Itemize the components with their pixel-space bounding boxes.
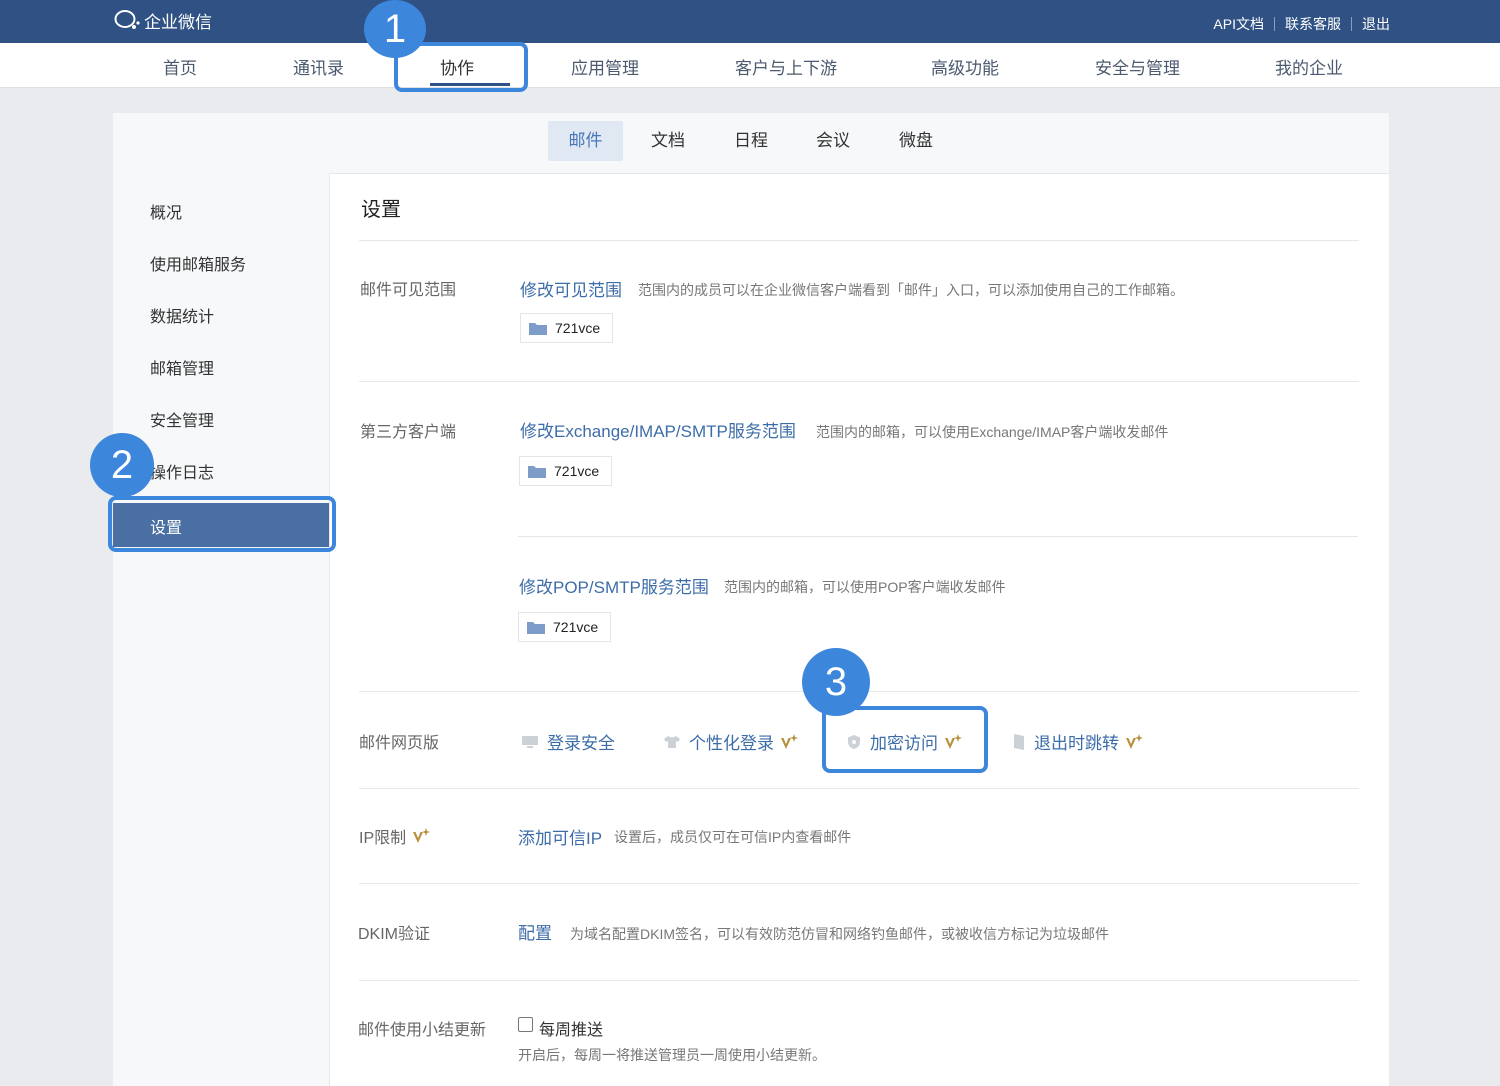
tab-docs[interactable]: 文档 (638, 121, 698, 161)
nav-item-advanced[interactable]: 高级功能 (931, 54, 999, 79)
divider (359, 788, 1359, 789)
door-icon (1014, 733, 1024, 750)
contact-support-link[interactable]: 联系客服 (1285, 14, 1341, 34)
divider (359, 240, 1359, 241)
step-2-highlight (108, 496, 336, 552)
shirt-icon (664, 735, 680, 748)
step-3-badge: 3 (802, 648, 870, 716)
brand-logo[interactable]: 企业微信 (114, 8, 212, 32)
login-security-link[interactable]: 登录安全 (521, 729, 615, 754)
department-chip: 721vce (518, 612, 612, 642)
sidebar-item-statistics[interactable]: 数据统计 (150, 303, 214, 327)
sidebar-item-mail-service[interactable]: 使用邮箱服务 (150, 251, 246, 275)
sidebar-item-operation-log[interactable]: 操作日志 (150, 459, 214, 483)
edit-pop-link[interactable]: 修改POP/SMTP服务范围 (519, 573, 709, 598)
brand-name: 企业微信 (144, 12, 212, 32)
pop-desc: 范围内的邮箱，可以使用POP客户端收发邮件 (724, 579, 1006, 595)
api-docs-link[interactable]: API文档 (1213, 14, 1264, 34)
divider (1351, 17, 1352, 31)
dkim-configure-link[interactable]: 配置 (518, 919, 552, 944)
summary-label: 邮件使用小结更新 (358, 1022, 487, 1039)
divider (359, 980, 1359, 981)
nav-item-home[interactable]: 首页 (163, 54, 197, 79)
nav-item-app-management[interactable]: 应用管理 (571, 54, 639, 79)
divider (1274, 17, 1275, 31)
top-header-bar: 企业微信 API文档 联系客服 退出 (0, 0, 1500, 43)
sidebar-item-mailbox-management[interactable]: 邮箱管理 (150, 355, 214, 379)
folder-icon (529, 323, 547, 335)
step-3-highlight (822, 706, 988, 773)
folder-icon (528, 466, 546, 478)
tab-meeting[interactable]: 会议 (803, 121, 863, 161)
chip-label: 721vce (553, 619, 599, 635)
ip-limit-label: IP限制 (359, 824, 431, 848)
step-1-badge: 1 (364, 0, 426, 58)
third-party-label: 第三方客户端 (360, 424, 457, 441)
department-chip: 721vce (519, 456, 613, 486)
edit-visibility-link[interactable]: 修改可见范围 (520, 276, 622, 301)
sidebar-item-overview[interactable]: 概况 (150, 199, 182, 223)
sidebar: 概况 使用邮箱服务 数据统计 邮箱管理 安全管理 操作日志 设置 (113, 173, 330, 1086)
step-2-badge: 2 (90, 433, 154, 497)
vip-badge-icon (781, 733, 798, 749)
vip-badge-icon (1126, 733, 1143, 749)
login-security-label: 登录安全 (547, 734, 615, 753)
folder-icon (527, 622, 545, 634)
header-links: API文档 联系客服 退出 (1213, 14, 1390, 34)
logout-redirect-label: 退出时跳转 (1034, 734, 1119, 753)
wecom-logo-icon (114, 10, 140, 29)
nav-item-my-enterprise[interactable]: 我的企业 (1275, 54, 1343, 79)
ip-limit-desc: 设置后，成员仅可在可信IP内查看邮件 (614, 829, 852, 845)
weekly-push-label[interactable]: 每周推送 (539, 1016, 603, 1040)
dkim-label: DKIM验证 (358, 926, 431, 943)
summary-desc: 开启后，每周一将推送管理员一周使用小结更新。 (518, 1047, 826, 1063)
divider (518, 536, 1358, 537)
page-title: 设置 (361, 199, 401, 221)
tab-drive[interactable]: 微盘 (886, 121, 946, 161)
nav-item-customers[interactable]: 客户与上下游 (735, 54, 837, 79)
main-nav: 首页 通讯录 协作 应用管理 客户与上下游 高级功能 安全与管理 我的企业 (0, 43, 1500, 88)
edit-exchange-link[interactable]: 修改Exchange/IMAP/SMTP服务范围 (520, 417, 796, 442)
exchange-desc: 范围内的邮箱，可以使用Exchange/IMAP客户端收发邮件 (816, 424, 1169, 440)
ip-limit-text: IP限制 (359, 830, 407, 847)
divider (359, 883, 1359, 884)
logout-link[interactable]: 退出 (1362, 14, 1390, 34)
webmail-label: 邮件网页版 (359, 735, 440, 752)
divider (359, 381, 1359, 382)
sidebar-item-security-management[interactable]: 安全管理 (150, 407, 214, 431)
tab-mail[interactable]: 邮件 (548, 121, 623, 161)
monitor-icon (522, 735, 538, 748)
dkim-desc: 为域名配置DKIM签名，可以有效防范仿冒和网络钓鱼邮件，或被收信方标记为垃圾邮件 (570, 926, 1109, 942)
department-chip: 721vce (520, 313, 614, 343)
logout-redirect-link[interactable]: 退出时跳转 (1012, 729, 1143, 754)
vip-badge-icon (413, 828, 431, 843)
nav-item-security[interactable]: 安全与管理 (1095, 54, 1180, 79)
tab-calendar[interactable]: 日程 (721, 121, 781, 161)
add-trusted-ip-link[interactable]: 添加可信IP (518, 824, 602, 849)
chip-label: 721vce (554, 463, 600, 479)
visibility-label: 邮件可见范围 (360, 282, 457, 299)
nav-item-contacts[interactable]: 通讯录 (293, 54, 344, 79)
visibility-desc: 范围内的成员可以在企业微信客户端看到「邮件」入口，可以添加使用自己的工作邮箱。 (638, 282, 1184, 298)
chip-label: 721vce (555, 320, 601, 336)
custom-login-link[interactable]: 个性化登录 (663, 729, 798, 754)
weekly-push-checkbox[interactable] (518, 1017, 533, 1032)
main-panel: 邮件 文档 日程 会议 微盘 概况 使用邮箱服务 数据统计 邮箱管理 安全管理 … (113, 113, 1389, 1086)
custom-login-label: 个性化登录 (689, 734, 774, 753)
sub-tabs: 邮件 文档 日程 会议 微盘 (113, 113, 1389, 174)
